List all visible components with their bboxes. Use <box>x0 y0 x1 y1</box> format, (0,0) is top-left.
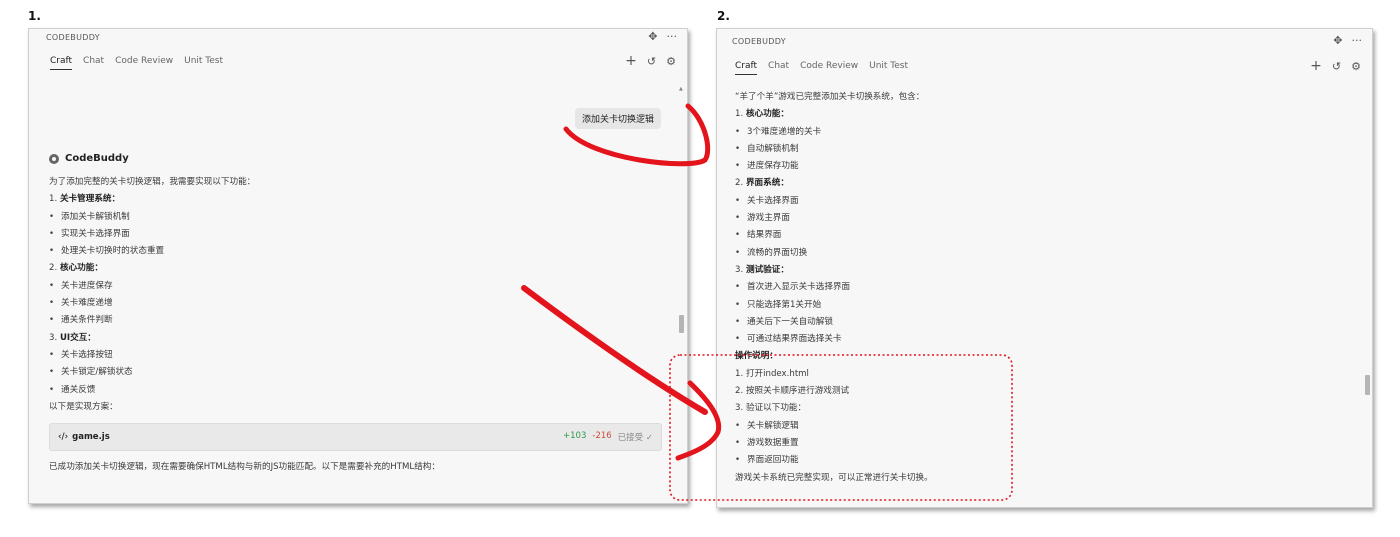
file-name[interactable]: game.js <box>72 432 110 442</box>
settings-icon[interactable]: ⚙ <box>666 55 676 68</box>
toolbar-icons: + ↺ ⚙ <box>625 53 676 69</box>
text-line: 操作说明： <box>735 351 778 362</box>
history-icon[interactable]: ↺ <box>1332 60 1341 73</box>
move-icon[interactable]: ✥ <box>1333 34 1342 47</box>
bot-response: 为了添加完整的关卡切换逻辑，我需要实现以下功能： 1. 关卡管理系统： 添加关卡解锁… <box>49 174 255 416</box>
scrollbar-thumb[interactable] <box>679 315 684 333</box>
text-line: 3. 验证以下功能： <box>735 403 807 414</box>
list-item: 界面返回功能 <box>735 452 933 470</box>
list-item: 关卡锁定/解锁状态 <box>49 364 255 382</box>
scrollbar-thumb[interactable] <box>1365 375 1370 395</box>
text-line: 1. 打开index.html <box>735 368 809 379</box>
window-icons: ✥ ··· <box>1333 34 1362 47</box>
list-item: 处理关卡切换时的状态重置 <box>49 243 255 261</box>
list-item: 实现关卡选择界面 <box>49 226 255 244</box>
list-item: 关卡难度递增 <box>49 295 255 313</box>
section-heading: 3. UI交互： <box>49 332 96 343</box>
list-item: 自动解锁机制 <box>735 141 933 159</box>
section-heading: 1. 关卡管理系统： <box>49 194 121 205</box>
list-item: 游戏主界面 <box>735 210 933 228</box>
settings-icon[interactable]: ⚙ <box>1351 60 1361 73</box>
codebuddy-logo-icon <box>49 153 59 164</box>
left-screenshot-panel: CODEBUDDY ✥ ··· Craft Chat Code Review U… <box>28 28 688 504</box>
tab-code-review[interactable]: Code Review <box>800 61 858 75</box>
tab-code-review[interactable]: Code Review <box>115 56 173 70</box>
tab-craft[interactable]: Craft <box>735 61 758 75</box>
text-line: 2. 按照关卡顺序进行游戏测试 <box>735 386 850 397</box>
list-item: 结果界面 <box>735 227 933 245</box>
tab-chat[interactable]: Chat <box>768 61 789 75</box>
add-icon[interactable]: + <box>1310 58 1322 74</box>
app-title: CODEBUDDY <box>732 37 786 46</box>
list-item: 关卡选择按钮 <box>49 347 255 365</box>
list-item: 只能选择第1关开始 <box>735 297 933 315</box>
section-heading: 2. 界面系统： <box>735 178 789 189</box>
lines-removed: -216 <box>592 431 612 441</box>
scroll-up-arrow[interactable]: ▲ <box>679 86 683 92</box>
toolbar-icons: + ↺ ⚙ <box>1310 58 1361 74</box>
section-heading: 2. 核心功能： <box>49 263 103 274</box>
list-item: 通关反馈 <box>49 382 255 400</box>
step-number-2: 2. <box>717 9 730 23</box>
list-item: 通关条件判断 <box>49 312 255 330</box>
file-change-card[interactable]: ‹/› game.js +103 -216 已接受 ✓ <box>49 423 662 451</box>
right-screenshot-panel: CODEBUDDY ✥ ··· Craft Chat Code Review U… <box>716 28 1373 508</box>
user-message: 添加关卡切换逻辑 <box>575 108 662 129</box>
list-item: 关卡选择界面 <box>735 193 933 211</box>
lines-added: +103 <box>563 431 587 441</box>
list-item: 流畅的界面切换 <box>735 245 933 263</box>
tab-craft[interactable]: Craft <box>50 56 73 70</box>
bot-name: CodeBuddy <box>65 153 129 164</box>
list-item: 可通过结果界面选择关卡 <box>735 331 933 349</box>
text-line: 游戏关卡系统已完整实现，可以正常进行关卡切换。 <box>735 472 933 483</box>
section-heading: 1. 核心功能： <box>735 109 789 120</box>
tab-unit-test[interactable]: Unit Test <box>184 56 223 70</box>
more-icon[interactable]: ··· <box>667 30 678 43</box>
move-icon[interactable]: ✥ <box>648 30 657 43</box>
list-item: 通关后下一关自动解锁 <box>735 314 933 332</box>
tab-bar: Craft Chat Code Review Unit Test <box>735 61 908 75</box>
bot-response: “羊了个羊”游戏已完整添加关卡切换系统，包含： 1. 核心功能： 3个难度递增的关卡… <box>735 89 933 487</box>
list-item: 关卡进度保存 <box>49 278 255 296</box>
text-line: “羊了个羊”游戏已完整添加关卡切换系统，包含： <box>735 92 925 102</box>
section-heading: 3. 测试验证： <box>735 264 789 275</box>
accepted-status: 已接受 ✓ <box>617 433 653 443</box>
text-line: 以下是实现方案： <box>49 401 118 412</box>
tab-bar: Craft Chat Code Review Unit Test <box>50 56 223 70</box>
footer-text: 已成功添加关卡切换逻辑，现在需要确保HTML结构与新的JS功能匹配。以下是需要补… <box>49 462 440 472</box>
list-item: 添加关卡解锁机制 <box>49 209 255 227</box>
bot-header: CodeBuddy <box>49 153 129 164</box>
tab-unit-test[interactable]: Unit Test <box>869 61 908 75</box>
text-line: 为了添加完整的关卡切换逻辑，我需要实现以下功能： <box>49 177 256 187</box>
add-icon[interactable]: + <box>625 53 637 69</box>
list-item: 关卡解锁逻辑 <box>735 418 933 436</box>
window-icons: ✥ ··· <box>648 30 677 43</box>
more-icon[interactable]: ··· <box>1352 34 1363 47</box>
list-item: 游戏数据重置 <box>735 435 933 453</box>
step-number-1: 1. <box>28 9 41 23</box>
history-icon[interactable]: ↺ <box>647 55 656 68</box>
list-item: 进度保存功能 <box>735 158 933 176</box>
list-item: 首次进入显示关卡选择界面 <box>735 279 933 297</box>
list-item: 3个难度递增的关卡 <box>735 124 933 142</box>
code-icon: ‹/› <box>58 432 69 442</box>
tab-chat[interactable]: Chat <box>83 56 104 70</box>
app-title: CODEBUDDY <box>46 33 100 42</box>
